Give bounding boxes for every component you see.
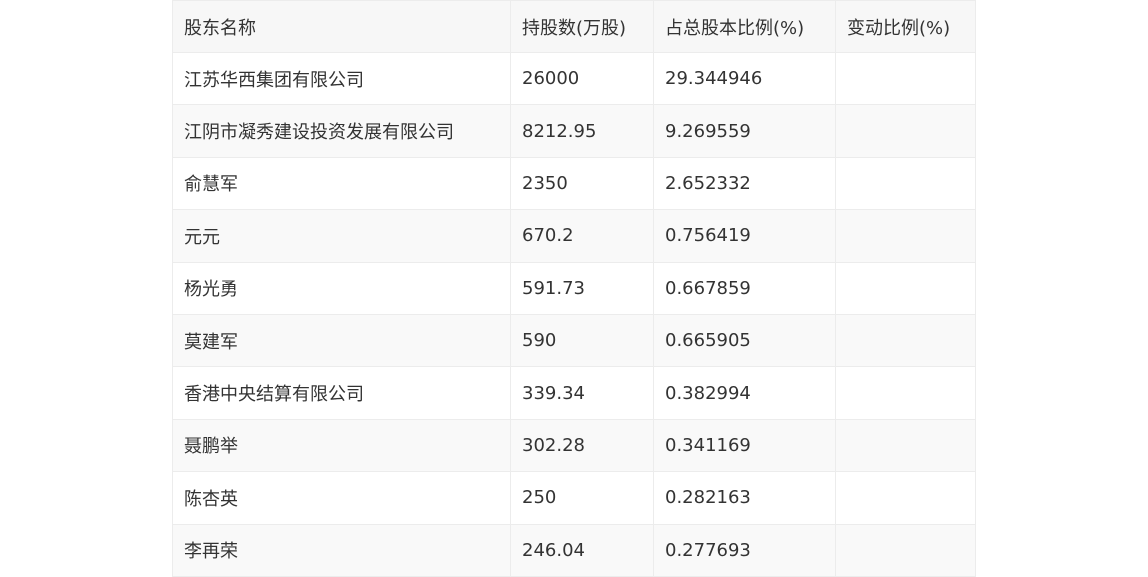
header-shares-held: 持股数(万股): [510, 0, 654, 53]
header-row: 股东名称 持股数(万股) 占总股本比例(%) 变动比例(%): [172, 0, 976, 53]
cell-shares-held: 590: [510, 313, 654, 368]
cell-shares-held: 591.73: [510, 261, 654, 315]
cell-share-ratio: 0.665905: [653, 313, 836, 368]
cell-shares-held: 339.34: [510, 366, 654, 420]
cell-share-ratio: 0.341169: [653, 418, 836, 473]
cell-change-ratio: [835, 51, 976, 106]
cell-change-ratio: [835, 156, 976, 211]
table-row: 江阴市凝秀建设投资发展有限公司 8212.95 9.269559: [172, 104, 976, 158]
table-header: 股东名称 持股数(万股) 占总股本比例(%) 变动比例(%): [172, 0, 976, 53]
cell-share-ratio: 0.277693: [653, 523, 836, 577]
cell-change-ratio: [835, 313, 976, 368]
table-row: 聂鹏举 302.28 0.341169: [172, 418, 976, 473]
header-shareholder-name: 股东名称: [172, 0, 511, 53]
cell-shareholder-name: 莫建军: [172, 313, 511, 368]
table-row: 杨光勇 591.73 0.667859: [172, 261, 976, 315]
cell-shares-held: 246.04: [510, 523, 654, 577]
cell-change-ratio: [835, 523, 976, 577]
table-row: 元元 670.2 0.756419: [172, 209, 976, 263]
cell-share-ratio: 2.652332: [653, 156, 836, 211]
cell-share-ratio: 0.282163: [653, 471, 836, 525]
shareholder-table: 股东名称 持股数(万股) 占总股本比例(%) 变动比例(%) 江苏华西集团有限公…: [172, 0, 976, 577]
table-row: 俞慧军 2350 2.652332: [172, 156, 976, 211]
table-body: 江苏华西集团有限公司 26000 29.344946 江阴市凝秀建设投资发展有限…: [172, 51, 976, 577]
shareholder-table-container: 股东名称 持股数(万股) 占总股本比例(%) 变动比例(%) 江苏华西集团有限公…: [172, 0, 976, 577]
cell-shareholder-name: 元元: [172, 209, 511, 263]
cell-shareholder-name: 俞慧军: [172, 156, 511, 211]
cell-shares-held: 670.2: [510, 209, 654, 263]
header-change-ratio: 变动比例(%): [835, 0, 976, 53]
cell-shares-held: 302.28: [510, 418, 654, 473]
cell-shareholder-name: 陈杏英: [172, 471, 511, 525]
cell-shareholder-name: 江阴市凝秀建设投资发展有限公司: [172, 104, 511, 158]
cell-change-ratio: [835, 366, 976, 420]
cell-shareholder-name: 李再荣: [172, 523, 511, 577]
cell-shares-held: 250: [510, 471, 654, 525]
cell-share-ratio: 0.756419: [653, 209, 836, 263]
header-share-ratio: 占总股本比例(%): [653, 0, 836, 53]
cell-shareholder-name: 江苏华西集团有限公司: [172, 51, 511, 106]
cell-shares-held: 8212.95: [510, 104, 654, 158]
cell-shares-held: 2350: [510, 156, 654, 211]
cell-shareholder-name: 香港中央结算有限公司: [172, 366, 511, 420]
table-row: 香港中央结算有限公司 339.34 0.382994: [172, 366, 976, 420]
cell-change-ratio: [835, 471, 976, 525]
cell-change-ratio: [835, 209, 976, 263]
cell-share-ratio: 0.667859: [653, 261, 836, 315]
cell-share-ratio: 0.382994: [653, 366, 836, 420]
table-row: 莫建军 590 0.665905: [172, 313, 976, 368]
table-row: 江苏华西集团有限公司 26000 29.344946: [172, 51, 976, 106]
cell-share-ratio: 29.344946: [653, 51, 836, 106]
cell-change-ratio: [835, 418, 976, 473]
cell-shares-held: 26000: [510, 51, 654, 106]
cell-share-ratio: 9.269559: [653, 104, 836, 158]
table-row: 陈杏英 250 0.282163: [172, 471, 976, 525]
table-row: 李再荣 246.04 0.277693: [172, 523, 976, 577]
cell-shareholder-name: 聂鹏举: [172, 418, 511, 473]
cell-change-ratio: [835, 104, 976, 158]
cell-shareholder-name: 杨光勇: [172, 261, 511, 315]
cell-change-ratio: [835, 261, 976, 315]
